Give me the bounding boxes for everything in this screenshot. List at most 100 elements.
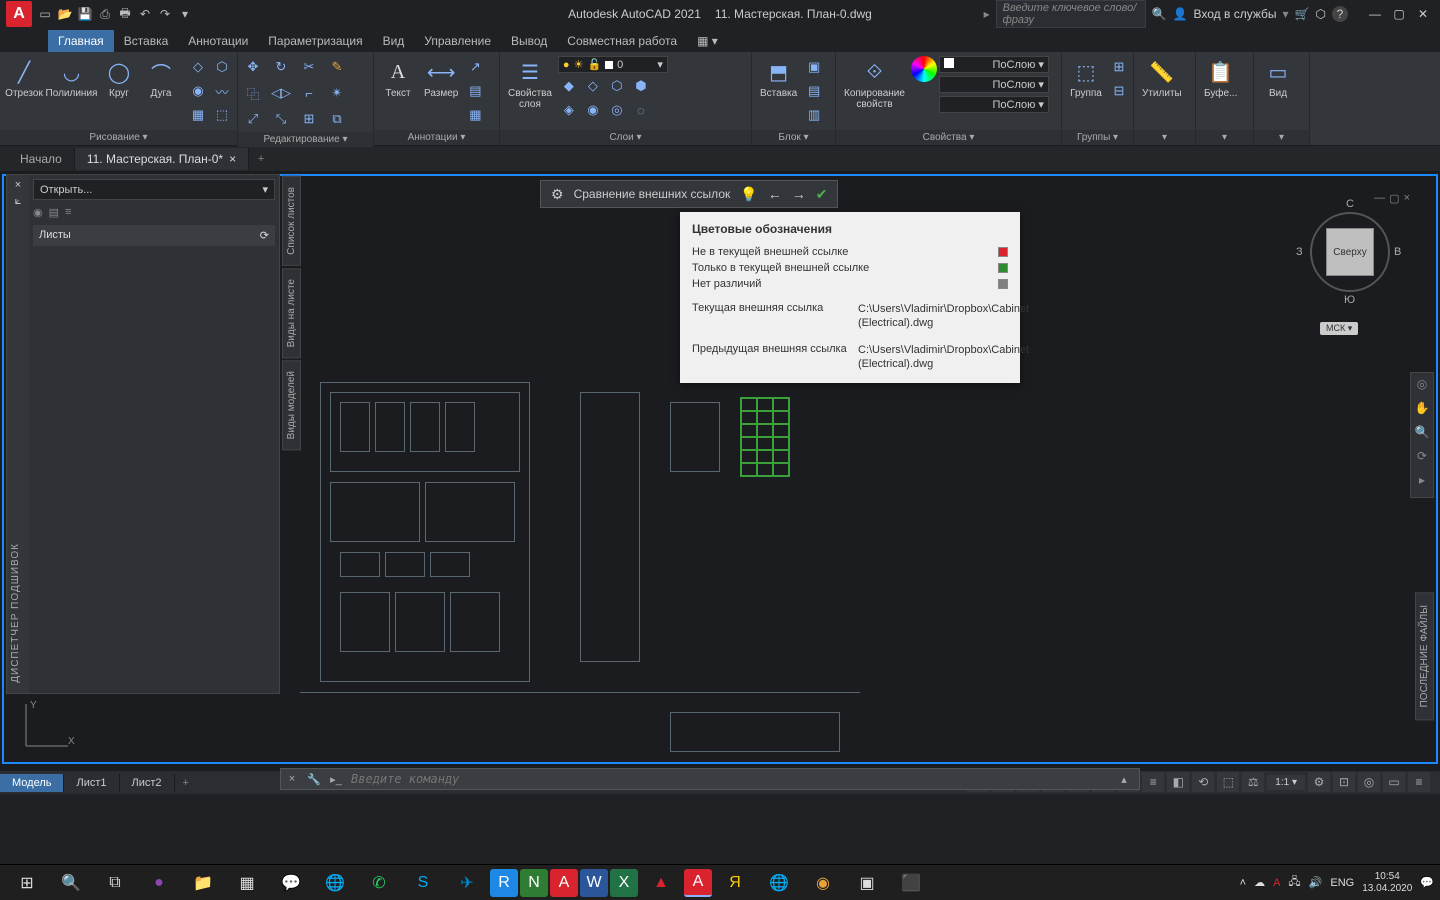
palette-close-icon[interactable]: × [15,179,21,191]
infocenter-arrow-icon[interactable]: ▸ [984,7,990,21]
qat-saveas-icon[interactable]: ⎙ [96,5,114,23]
search-input[interactable]: Введите ключевое слово/фразу [996,0,1146,28]
viewcube-face[interactable]: Сверху [1326,228,1374,276]
command-input[interactable] [347,770,1113,788]
layer-combo[interactable]: ● ☀ 🔓 0 ▾ [558,56,668,73]
panel-title[interactable]: Слои ▾ [500,130,751,145]
zoom-icon[interactable]: 🔍 [1413,425,1431,445]
layer-tool-icon[interactable]: ⬢ [630,75,652,97]
arc-button[interactable]: ⌒Дуга [141,56,181,101]
fillet-icon[interactable]: ⌐ [298,82,320,104]
maximize-button[interactable]: ▢ [1388,5,1410,23]
copy-icon[interactable]: ⿻ [242,82,264,104]
matchprop-button[interactable]: ⟐Копирование свойств [840,56,909,112]
help-icon[interactable]: ? [1332,6,1348,22]
status-workspace-icon[interactable]: ⊡ [1333,772,1355,792]
rotate-icon[interactable]: ↻ [270,56,292,78]
showmotion-icon[interactable]: ▸ [1413,473,1431,493]
qat-new-icon[interactable]: ▭ [36,5,54,23]
lineweight-combo[interactable]: ПоСлою ▾ [939,76,1049,93]
ribbon-tab-annotate[interactable]: Аннотации [178,30,258,52]
layer-tool-icon[interactable]: ◈ [558,99,580,121]
view-button[interactable]: ▭Вид [1258,56,1298,101]
ribbon-tab-home[interactable]: Главная [48,30,114,52]
linetype-combo[interactable]: ПоСлою ▾ [939,96,1049,113]
bulb-icon[interactable]: 💡 [740,186,757,203]
dim-button[interactable]: ⟷Размер [420,56,462,101]
palette-tool-icon[interactable]: ◉ [33,206,43,219]
accept-icon[interactable]: ✔ [816,186,828,203]
tray-app-icon[interactable]: A [1273,877,1280,889]
status-3d-icon[interactable]: ⬚ [1217,772,1239,792]
group-tool-icon[interactable]: ⊞ [1108,56,1130,78]
status-hw-icon[interactable]: ◎ [1358,772,1380,792]
layer-tool-icon[interactable]: ◇ [582,75,604,97]
qat-open-icon[interactable]: 📂 [56,5,74,23]
group-button[interactable]: ⬚Группа [1066,56,1106,101]
skype-icon[interactable]: S [402,867,444,899]
tray-clock[interactable]: 10:54 13.04.2020 [1362,871,1412,895]
cart-icon[interactable]: 🛒 [1295,7,1310,21]
minimize-button[interactable]: — [1364,5,1386,23]
panel-title[interactable]: Редактирование ▾ [238,132,373,147]
draw-small-icon[interactable]: ⬡ [211,56,233,78]
annot-small-icon[interactable]: ▦ [464,104,486,126]
explorer-icon[interactable]: 📁 [182,867,224,899]
whatsapp-icon[interactable]: ✆ [358,867,400,899]
app-icon[interactable]: ⬛ [890,867,932,899]
status-lwt-icon[interactable]: ≡ [1142,772,1164,792]
add-tab-button[interactable]: + [249,153,273,165]
viewcube[interactable]: — ▢ × Сверху С Ю З В МСК ▾ [1290,192,1410,352]
scale-icon[interactable]: ⤡ [270,108,292,130]
status-clean-icon[interactable]: ▭ [1383,772,1405,792]
panel-title[interactable]: Блок ▾ [752,130,835,145]
color-combo[interactable]: ПоСлою ▾ [939,56,1049,73]
side-tab-model-views[interactable]: Виды моделей [282,360,301,450]
status-scale[interactable]: 1:1 ▾ [1267,775,1305,790]
palette-section-header[interactable]: Листы ⟳ [33,225,275,246]
app-store-icon[interactable]: ⬡ [1316,7,1326,21]
app-icon[interactable]: ▣ [846,867,888,899]
tray-network-icon[interactable]: 🖧 [1288,873,1300,892]
text-button[interactable]: AТекст [378,56,418,101]
qat-save-icon[interactable]: 💾 [76,5,94,23]
autocad-icon[interactable]: A [550,869,578,897]
tray-up-icon[interactable]: ˄ [1240,877,1246,889]
qat-share-icon[interactable]: ▾ [176,5,194,23]
side-tab-sheets[interactable]: Список листов [282,176,301,266]
ribbon-tab-collab[interactable]: Совместная работа [557,30,687,52]
ribbon-tab-extra-icon[interactable]: ▦ ▾ [687,30,728,52]
qat-redo-icon[interactable]: ↷ [156,5,174,23]
draw-small-icon[interactable]: 〰 [211,80,233,102]
layout-tab-1[interactable]: Лист1 [64,774,119,792]
compass-s[interactable]: Ю [1344,294,1355,306]
draw-small-icon[interactable]: ◉ [187,80,209,102]
command-line[interactable]: × 🔧 ▸_ ▴ [280,768,1140,790]
chrome-icon[interactable]: 🌐 [314,867,356,899]
ribbon-tab-parametric[interactable]: Параметризация [258,30,372,52]
telegram-icon[interactable]: ✈ [446,867,488,899]
qat-undo-icon[interactable]: ↶ [136,5,154,23]
search-icon[interactable]: 🔍 [50,867,92,899]
layer-tool-icon[interactable]: ⬡ [606,75,628,97]
palette-tool-icon[interactable]: ▤ [49,206,59,219]
compass-e[interactable]: В [1394,246,1401,258]
panel-title[interactable]: Свойства ▾ [836,130,1061,145]
signin-label[interactable]: Вход в службы [1194,7,1277,21]
yandex-icon[interactable]: Я [714,867,756,899]
polyline-button[interactable]: ◡Полилиния [46,56,97,101]
panel-title[interactable]: Аннотации ▾ [374,130,499,145]
layout-tab-model[interactable]: Модель [0,774,64,792]
cmd-customize-icon[interactable]: 🔧 [303,773,325,786]
vc-minimize-icon[interactable]: — [1374,192,1385,205]
stretch-icon[interactable]: ⤢ [242,108,264,130]
ribbon-tab-output[interactable]: Вывод [501,30,557,52]
navis-icon[interactable]: N [520,869,548,897]
layer-tool-icon[interactable]: ◌ [630,99,652,121]
next-icon[interactable]: → [792,186,806,202]
compass-w[interactable]: З [1296,246,1303,258]
notifications-icon[interactable]: 💬 [1420,876,1434,889]
status-custom-icon[interactable]: ≡ [1408,772,1430,792]
block-tool-icon[interactable]: ▥ [803,104,825,126]
block-tool-icon[interactable]: ▤ [803,80,825,102]
